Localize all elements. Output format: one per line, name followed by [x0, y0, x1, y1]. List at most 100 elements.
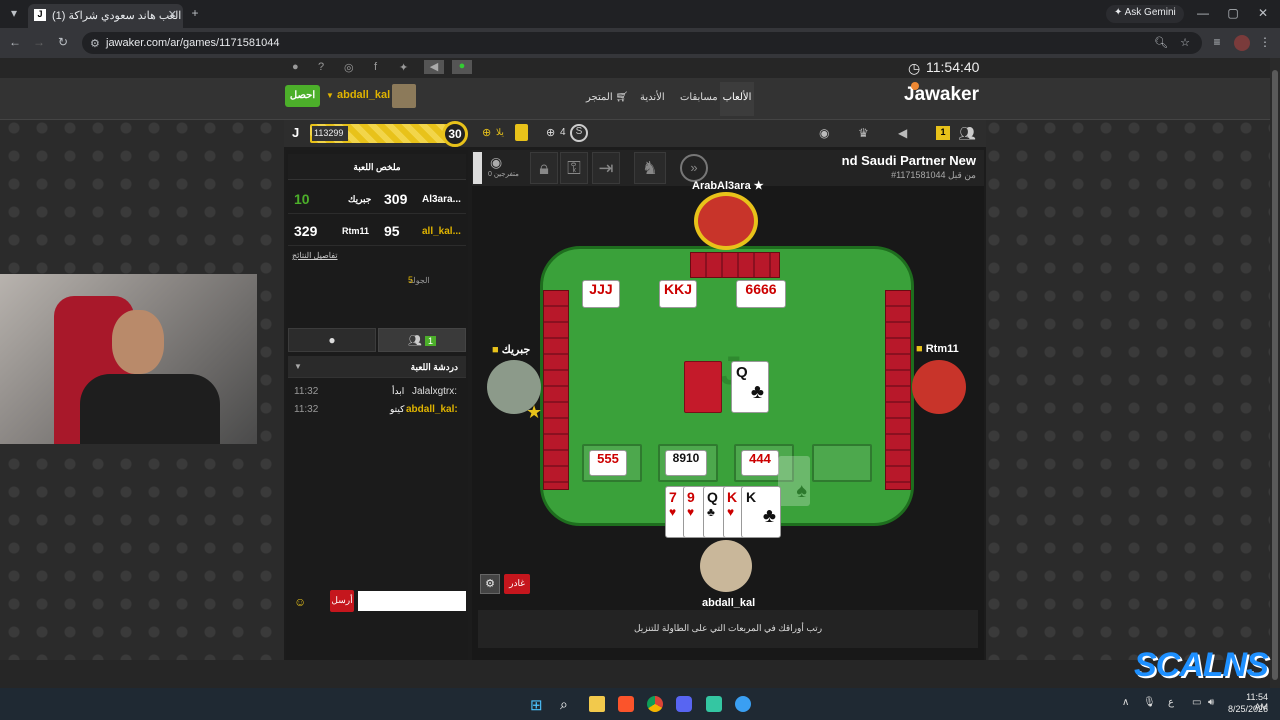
- score-row-1-opp-score: 10: [294, 191, 310, 207]
- gamepad-icon[interactable]: ●: [452, 60, 472, 74]
- chrome-icon[interactable]: [647, 696, 663, 712]
- zoom-icon[interactable]: 🔍︎: [1154, 36, 1168, 49]
- brave-icon[interactable]: [618, 696, 634, 712]
- chat-collapse-icon[interactable]: ▼: [294, 362, 302, 371]
- chat-send-button[interactable]: أرسل: [330, 590, 354, 612]
- toolbar-scroll[interactable]: [473, 152, 482, 184]
- browser-tab[interactable]: J (1) العب هاند سعودي شراكة ✕: [28, 4, 183, 28]
- rank-icon: J: [292, 125, 300, 140]
- close-window-icon[interactable]: ✕: [1256, 6, 1270, 20]
- nav-store[interactable]: المتجر 🛒︎: [586, 92, 628, 103]
- twitter-icon[interactable]: ✦: [399, 61, 408, 74]
- lock-icon[interactable]: 🔒︎: [530, 152, 558, 184]
- hint-text: رتب أوراقك في المربعات التي على الطاولة …: [633, 623, 823, 633]
- chat-tab[interactable]: ●: [288, 328, 376, 352]
- start-icon[interactable]: ⊞: [530, 696, 543, 714]
- rss-icon[interactable]: ◉: [819, 126, 829, 140]
- top-player-avatar[interactable]: [694, 192, 758, 250]
- browser-menu-icon[interactable]: ⋮: [1258, 35, 1272, 49]
- token-icon: ■: [916, 343, 923, 355]
- nav-competitions[interactable]: مسابقات: [680, 92, 718, 103]
- reading-list-icon[interactable]: ≡: [1210, 35, 1224, 49]
- meld-slot[interactable]: 555: [582, 444, 642, 482]
- new-tab-icon[interactable]: +: [188, 6, 202, 20]
- instagram-icon[interactable]: ◎: [344, 61, 354, 74]
- profile-avatar[interactable]: [1234, 35, 1250, 51]
- watermark-logo: SCALNS: [1134, 646, 1269, 684]
- file-explorer-icon[interactable]: [589, 696, 605, 712]
- scrollbar-thumb[interactable]: [1272, 70, 1278, 680]
- chat-time: 11:32: [294, 386, 319, 397]
- draw-pile[interactable]: [684, 361, 722, 413]
- tab-close-icon[interactable]: ✕: [168, 8, 177, 21]
- bottom-player-avatar[interactable]: [700, 540, 752, 592]
- globe-icon[interactable]: ●: [292, 61, 299, 73]
- hand-card[interactable]: K ♣: [741, 486, 781, 538]
- discord-icon[interactable]: [676, 696, 692, 712]
- trophy-icon[interactable]: ♛: [858, 126, 869, 140]
- webcam-overlay: [0, 274, 257, 444]
- get-button[interactable]: احصل: [285, 85, 320, 107]
- discard-card[interactable]: Q ♣: [731, 361, 769, 413]
- back-icon[interactable]: ←: [8, 35, 22, 49]
- right-player-avatar[interactable]: [912, 360, 966, 414]
- meld-slot[interactable]: 8910: [658, 444, 718, 482]
- clock-icon: ◷: [908, 60, 921, 76]
- emoji-icon[interactable]: ☺: [294, 595, 306, 609]
- mic-icon[interactable]: 🎙︎: [1143, 697, 1156, 708]
- megaphone-icon[interactable]: ◀: [898, 126, 907, 140]
- nav-clubs[interactable]: الأندية: [640, 92, 665, 103]
- ask-gemini-button[interactable]: ✦ Ask Gemini: [1106, 5, 1184, 23]
- app-icon[interactable]: [706, 696, 722, 712]
- avatar-action-icon[interactable]: ♞: [634, 152, 666, 184]
- token-icon: ■: [492, 344, 499, 356]
- page-scrollbar[interactable]: [1270, 58, 1280, 688]
- maximize-icon[interactable]: ▢: [1226, 6, 1240, 20]
- tray-chevron-icon[interactable]: ∧: [1122, 697, 1129, 708]
- hint-bar: رتب أوراقك في المربعات التي على الطاولة …: [478, 610, 978, 648]
- nav-username[interactable]: abdall_kal: [337, 89, 390, 101]
- facebook-icon[interactable]: f: [374, 61, 377, 73]
- add-tokens-icon[interactable]: ⊕: [482, 126, 491, 139]
- language-indicator[interactable]: ع: [1168, 697, 1174, 708]
- exit-door-icon[interactable]: ⇥: [592, 152, 620, 184]
- sound-icon[interactable]: ◀: [424, 60, 444, 74]
- volume-icon[interactable]: 🔊︎: [1208, 697, 1214, 708]
- leave-button[interactable]: غادر: [504, 574, 530, 594]
- spectators-count: 0 متفرجين: [488, 171, 519, 178]
- url-field[interactable]: ⚙ jawaker.com/ar/games/1171581044 🔍︎ ☆: [82, 32, 1202, 54]
- tokens-label: يلا: [496, 127, 504, 137]
- search-icon[interactable]: ⌕: [560, 696, 568, 713]
- site-info-icon[interactable]: ⚙: [90, 37, 100, 50]
- details-link[interactable]: تفاصيل النتائج: [292, 251, 338, 260]
- key-icon[interactable]: ⚿: [560, 152, 588, 184]
- nav-games[interactable]: الألعاب: [720, 82, 754, 116]
- top-player-card-rail: [690, 252, 780, 278]
- chat-text: كيتو: [390, 404, 405, 414]
- app-icon[interactable]: [735, 696, 751, 712]
- coins-icon: S: [570, 124, 588, 142]
- star-icon: ★: [753, 180, 764, 192]
- meld-slot-empty[interactable]: [812, 444, 872, 482]
- forward-icon[interactable]: →: [32, 35, 46, 49]
- friends-icon[interactable]: 👥︎: [958, 125, 976, 142]
- notification-count[interactable]: 1: [936, 126, 950, 140]
- right-player-name: ■ Rtm11: [916, 343, 959, 355]
- dealer-star-icon: ★: [526, 402, 543, 422]
- meld-card: KKJ: [659, 280, 697, 308]
- user-dropdown-icon[interactable]: ▼: [326, 91, 334, 100]
- score-row-2: 329 Rtm11 95 all_kal...: [288, 216, 466, 246]
- minimize-icon[interactable]: —: [1196, 6, 1210, 20]
- skip-icon[interactable]: »: [680, 154, 708, 182]
- bookmark-star-icon[interactable]: ☆: [1180, 36, 1190, 49]
- reload-icon[interactable]: ↻: [56, 35, 70, 49]
- players-tab[interactable]: 👥︎ 1: [378, 328, 466, 352]
- chat-input[interactable]: [358, 591, 466, 611]
- taskbar-date[interactable]: 8/25/2026: [1226, 704, 1268, 714]
- add-coins-icon[interactable]: ⊕: [546, 126, 555, 139]
- tab-search-icon[interactable]: ▾: [6, 6, 22, 22]
- settings-gear-icon[interactable]: ⚙: [480, 574, 500, 594]
- nav-user-avatar[interactable]: [392, 84, 416, 108]
- network-icon[interactable]: ▭: [1192, 697, 1201, 708]
- help-icon[interactable]: ?: [318, 61, 324, 73]
